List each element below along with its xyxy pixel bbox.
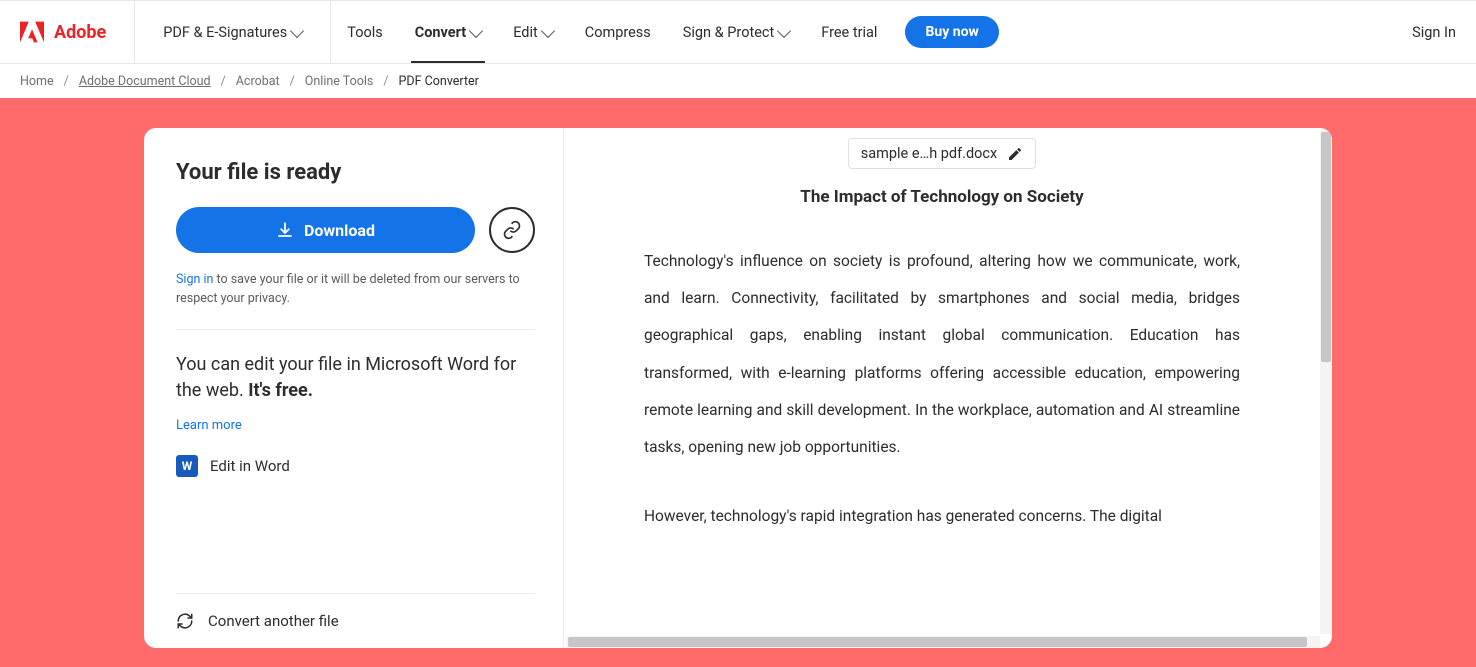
refresh-icon [176, 612, 194, 630]
download-icon [276, 221, 294, 239]
ready-heading: Your file is ready [176, 160, 535, 185]
word-icon: W [176, 455, 198, 477]
buy-now-button[interactable]: Buy now [905, 16, 998, 48]
signin-note: Sign in to save your file or it will be … [176, 271, 535, 330]
breadcrumb-sep: / [383, 74, 388, 89]
edit-title: You can edit your file in Microsoft Word… [176, 352, 535, 404]
nav-label: Free trial [821, 24, 877, 41]
breadcrumb-sep: / [290, 74, 295, 89]
crumb-home[interactable]: Home [20, 74, 54, 89]
nav-label: Edit [513, 24, 538, 41]
edit-free: It's free. [248, 380, 313, 401]
crumb-current: PDF Converter [399, 74, 479, 89]
nav-items: PDF & E-Signatures Tools Convert Edit Co… [135, 1, 999, 63]
chevron-down-icon [469, 23, 483, 37]
edit-in-word-label: Edit in Word [210, 457, 290, 475]
nav-label: Sign & Protect [683, 24, 774, 41]
nav-label: Tools [347, 24, 383, 41]
crumb-online-tools[interactable]: Online Tools [305, 74, 374, 89]
chevron-down-icon [290, 23, 304, 37]
download-row: Download [176, 207, 535, 253]
crumb-acrobat[interactable]: Acrobat [236, 74, 280, 89]
breadcrumb-sep: / [221, 74, 226, 89]
edit-line1: You can edit your file in Microsoft Word… [176, 354, 516, 401]
document-preview[interactable]: sample e…h pdf.docx The Impact of Techno… [564, 128, 1320, 636]
document-title: The Impact of Technology on Society [564, 187, 1320, 207]
nav-label: PDF & E-Signatures [163, 24, 287, 41]
pencil-icon [1007, 146, 1023, 162]
convert-another-label: Convert another file [208, 612, 339, 630]
signin-rest: to save your file or it will be deleted … [176, 272, 520, 306]
result-card: Your file is ready Download Sign in to s… [144, 128, 1332, 648]
signin-link[interactable]: Sign in [176, 272, 213, 287]
nav-convert[interactable]: Convert [399, 1, 497, 63]
copy-link-button[interactable] [489, 207, 535, 253]
nav-tools[interactable]: Tools [331, 1, 399, 63]
scrollbar-thumb[interactable] [1321, 132, 1331, 362]
nav-label: Convert [415, 24, 466, 41]
edit-block: You can edit your file in Microsoft Word… [176, 330, 535, 477]
chevron-down-icon [541, 23, 555, 37]
edit-in-word-button[interactable]: W Edit in Word [176, 455, 535, 477]
doc-paragraph: However, technology's rapid integration … [644, 498, 1240, 535]
convert-another-button[interactable]: Convert another file [176, 593, 535, 648]
nav-edit[interactable]: Edit [497, 1, 569, 63]
adobe-logo-icon [20, 20, 44, 44]
crumb-document-cloud[interactable]: Adobe Document Cloud [79, 74, 211, 89]
download-button[interactable]: Download [176, 207, 475, 253]
stage: Your file is ready Download Sign in to s… [0, 98, 1476, 667]
nav-pdf-esignatures[interactable]: PDF & E-Signatures [135, 1, 331, 63]
scrollbar-thumb[interactable] [568, 637, 1307, 647]
nav-free-trial[interactable]: Free trial [805, 1, 893, 63]
download-label: Download [304, 221, 375, 240]
nav-compress[interactable]: Compress [569, 1, 667, 63]
nav-label: Compress [585, 24, 651, 41]
sign-in-link[interactable]: Sign In [1412, 24, 1456, 41]
top-nav: Adobe PDF & E-Signatures Tools Convert E… [0, 0, 1476, 64]
doc-paragraph: Technology's influence on society is pro… [644, 243, 1240, 466]
filename-chip[interactable]: sample e…h pdf.docx [848, 138, 1036, 169]
document-body: Technology's influence on society is pro… [564, 243, 1320, 535]
brand-name: Adobe [54, 22, 106, 43]
horizontal-scrollbar[interactable] [566, 636, 1320, 648]
nav-sign-protect[interactable]: Sign & Protect [667, 1, 805, 63]
link-icon [502, 220, 522, 240]
left-panel: Your file is ready Download Sign in to s… [144, 128, 564, 648]
breadcrumb: Home / Adobe Document Cloud / Acrobat / … [0, 64, 1476, 98]
chevron-down-icon [777, 23, 791, 37]
vertical-scrollbar[interactable] [1320, 130, 1332, 634]
filename-text: sample e…h pdf.docx [861, 145, 997, 162]
preview-panel: sample e…h pdf.docx The Impact of Techno… [564, 128, 1332, 648]
learn-more-link[interactable]: Learn more [176, 418, 242, 433]
adobe-logo-block[interactable]: Adobe [20, 1, 135, 63]
breadcrumb-sep: / [64, 74, 69, 89]
